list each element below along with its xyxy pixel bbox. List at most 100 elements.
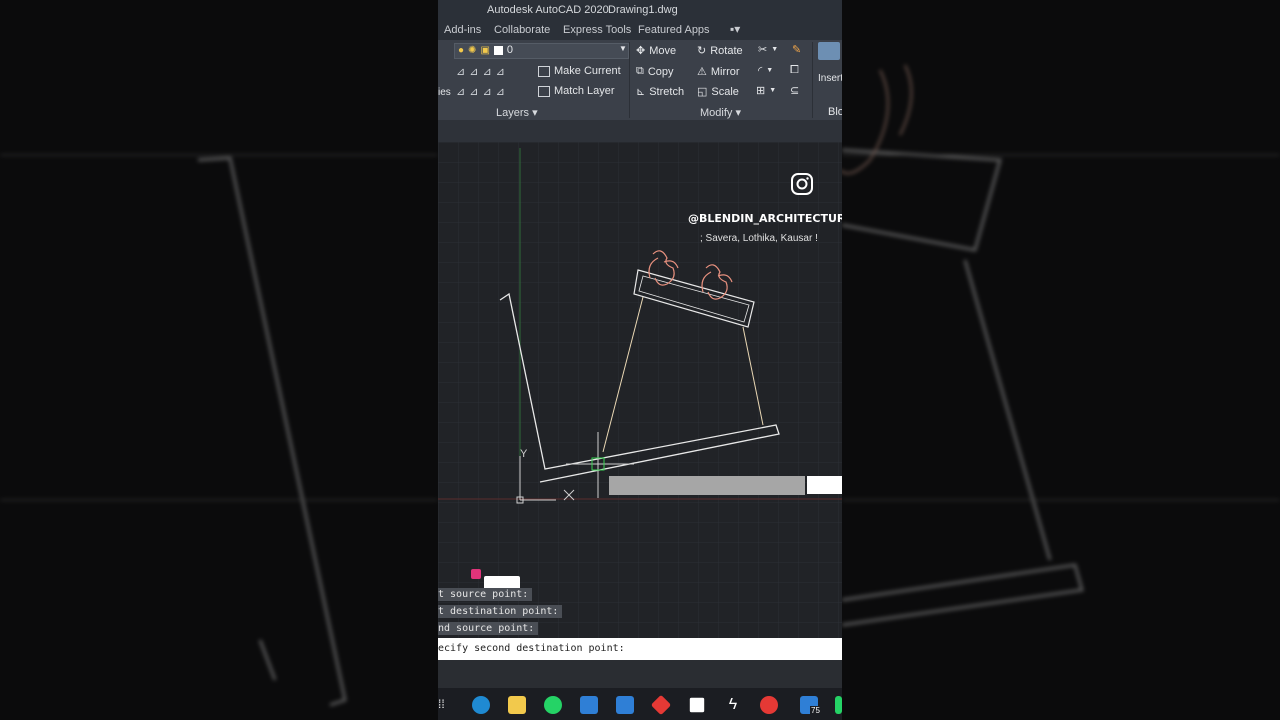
array-button[interactable]: ⊞ ▼ <box>756 84 776 97</box>
autocad-window: Autodesk AutoCAD 2020 Drawing1.dwg Add-i… <box>438 0 842 720</box>
layer-tool-icon[interactable]: ⊿ <box>456 65 465 78</box>
rotate-button[interactable]: ↻ Rotate <box>697 44 743 58</box>
ribbon: ● ✺ ▣ 0 ▼ ⊿ ⊿ ⊿ ⊿ Make Current ies ⊿ ⊿ ⊿… <box>438 40 842 120</box>
record-indicator-icon <box>471 569 481 579</box>
current-layer-name: 0 <box>506 44 514 56</box>
properties-partial-label: ies <box>438 87 451 98</box>
insert-block-icon[interactable] <box>818 42 840 60</box>
layer-tool-icon[interactable]: ⊿ <box>496 85 505 98</box>
menu-featured-apps[interactable]: Featured Apps <box>638 24 710 36</box>
credits-text: ; Savera, Lothika, Kausar ! <box>700 233 818 244</box>
bulb-icon: ● <box>458 44 465 56</box>
stretch-icon: ⊾ <box>636 86 646 98</box>
camera-dropdown-icon[interactable]: ▪▾ <box>730 22 740 36</box>
whatsapp-icon[interactable] <box>544 696 562 714</box>
instagram-icon <box>790 172 814 196</box>
make-current-icon <box>538 65 550 77</box>
scale-icon: ◱ <box>697 86 708 98</box>
file-name: Drawing1.dwg <box>608 4 678 16</box>
make-current-label: Make Current <box>554 65 621 77</box>
rotate-label: Rotate <box>710 44 743 57</box>
dropdown-arrow-icon: ▼ <box>771 46 779 53</box>
menu-bar: Add-ins Collaborate Express Tools Featur… <box>438 20 842 40</box>
layer-tool-icon[interactable]: ⊿ <box>469 65 478 78</box>
channel-handle: @BLENDIN_ARCHITECTURE <box>688 212 842 225</box>
array-icon: ⊞ <box>756 85 766 97</box>
ribbon-separator <box>812 42 813 118</box>
progress-bar-end <box>807 476 842 494</box>
file-explorer-icon[interactable] <box>508 696 526 714</box>
mail-icon[interactable] <box>616 696 634 714</box>
explode-icon: ⧠ <box>790 64 799 76</box>
sun-icon: ✺ <box>468 44 477 56</box>
file-tab-bar <box>438 120 842 142</box>
match-layer-label: Match Layer <box>554 85 615 97</box>
taskbar-app-icon-partial[interactable] <box>835 696 842 714</box>
status-bar <box>438 660 842 688</box>
layer-tools-row-2: ⊿ ⊿ ⊿ ⊿ <box>456 85 505 98</box>
layer-tool-icon[interactable]: ⊿ <box>482 85 491 98</box>
insert-label[interactable]: Insert <box>818 73 842 84</box>
dropdown-arrow-icon: ▼ <box>766 67 774 74</box>
move-icon: ✥ <box>636 45 646 57</box>
explode-button[interactable]: ⧠ <box>790 64 799 77</box>
layers-panel-label[interactable]: Layers ▾ <box>496 106 538 119</box>
app-title: Autodesk AutoCAD 2020 <box>487 4 609 16</box>
offset-icon: ⊆ <box>790 85 800 97</box>
menu-add-ins[interactable]: Add-ins <box>444 24 481 36</box>
copy-label: Copy <box>647 65 674 78</box>
stretch-label: Stretch <box>649 85 685 98</box>
menu-express-tools[interactable]: Express Tools <box>563 24 631 36</box>
progress-bar <box>609 476 805 495</box>
dropdown-arrow-icon: ▼ <box>769 87 777 94</box>
copy-button[interactable]: ⧉ Copy <box>636 65 674 78</box>
layer-tools-row-1: ⊿ ⊿ ⊿ ⊿ <box>456 65 505 78</box>
store-icon[interactable] <box>580 696 598 714</box>
erase-button[interactable]: ✎ <box>792 43 801 56</box>
trim-button[interactable]: ✂ ▼ <box>758 43 778 56</box>
match-layer-icon <box>538 85 550 97</box>
command-history-line: t destination point: <box>438 605 563 618</box>
color-swatch-icon <box>493 45 503 55</box>
make-current-button[interactable]: Make Current <box>538 65 621 77</box>
menu-collaborate[interactable]: Collaborate <box>494 24 550 36</box>
layer-state-icons: ● ✺ ▣ 0 <box>458 44 513 56</box>
ribbon-separator <box>629 42 630 118</box>
command-history-line: nd source point: <box>438 622 539 635</box>
layer-tool-icon[interactable]: ⊿ <box>496 65 505 78</box>
fillet-icon: ◜ <box>758 65 763 77</box>
move-label: Move <box>649 44 677 57</box>
match-layer-button[interactable]: Match Layer <box>538 85 615 97</box>
title-bar: Autodesk AutoCAD 2020 Drawing1.dwg <box>438 0 842 20</box>
layer-dropdown-arrow-icon[interactable]: ▼ <box>619 44 627 53</box>
modify-panel-label[interactable]: Modify ▾ <box>700 106 741 119</box>
mirror-label: Mirror <box>710 65 740 78</box>
move-button[interactable]: ✥ Move <box>636 44 677 58</box>
offset-button[interactable]: ⊆ <box>790 84 799 97</box>
taskbar <box>438 688 842 720</box>
command-line-input[interactable]: ecify second destination point: <box>438 638 842 660</box>
layer-tool-icon[interactable]: ⊿ <box>456 85 465 98</box>
pencil-icon: ✎ <box>792 44 802 56</box>
edge-browser-icon[interactable] <box>472 696 490 714</box>
winamp-icon[interactable]: ϟ <box>724 696 742 714</box>
layer-tool-icon[interactable]: ⊿ <box>469 85 478 98</box>
block-panel-label[interactable]: Blo <box>828 106 842 118</box>
command-history-line: t source point: <box>438 588 533 601</box>
copy-icon: ⧉ <box>636 65 644 77</box>
rotate-icon: ↻ <box>697 45 707 57</box>
lock-icon: ▣ <box>480 44 490 56</box>
ucs-y-label: Y <box>520 448 528 460</box>
fillet-button[interactable]: ◜ ▼ <box>758 64 773 77</box>
scale-button[interactable]: ◱ Scale <box>697 85 739 99</box>
dropbox-icon[interactable] <box>689 697 705 713</box>
mirror-button[interactable]: ⚠ Mirror <box>697 65 740 79</box>
mirror-icon: ⚠ <box>697 66 707 78</box>
task-view-icon[interactable]: ⁞⁞ <box>438 697 445 711</box>
stretch-button[interactable]: ⊾ Stretch <box>636 85 685 99</box>
scale-label: Scale <box>711 85 739 98</box>
chrome-icon[interactable] <box>760 696 778 714</box>
taskbar-badge: 75 <box>810 706 821 715</box>
layer-tool-icon[interactable]: ⊿ <box>482 65 491 78</box>
scissors-icon: ✂ <box>758 44 768 56</box>
